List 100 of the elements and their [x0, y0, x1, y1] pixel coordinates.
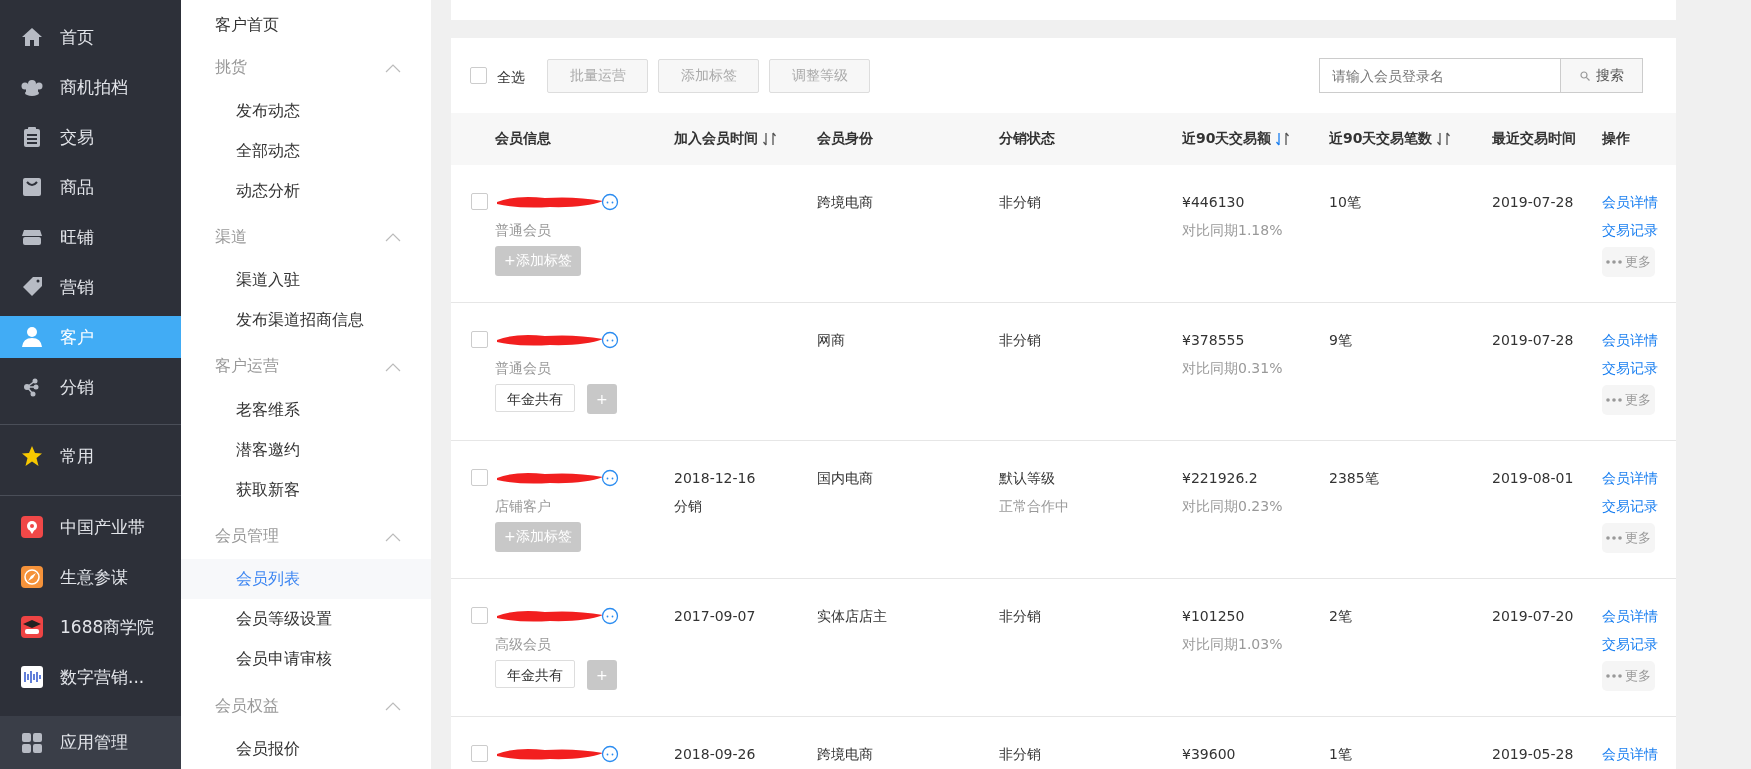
home-icon — [21, 26, 43, 48]
bag-icon — [21, 176, 43, 198]
distribution-status: 非分销 — [999, 745, 1041, 764]
last-trade-date: 2019-08-01 — [1492, 469, 1574, 488]
trade-amount: ¥378555 — [1182, 331, 1245, 350]
member-identity: 网商 — [817, 331, 845, 350]
column-header: 会员信息 — [495, 130, 551, 148]
distribution-status: 非分销 — [999, 331, 1041, 350]
menu-item[interactable]: 发布动态 — [181, 90, 431, 131]
trade-amount: ¥39600 — [1182, 745, 1236, 764]
menu-item[interactable]: 会员等级设置 — [181, 599, 431, 640]
search-button[interactable]: 搜索 — [1561, 58, 1643, 93]
select-all-label[interactable]: 全选 — [497, 64, 525, 87]
year-over-year-change: 对比同期0.23% — [1182, 497, 1283, 516]
action-link[interactable]: 会员详情 — [1602, 743, 1658, 765]
last-trade-date: 2019-07-28 — [1492, 193, 1574, 212]
nav-item[interactable]: 旺铺 — [0, 216, 181, 258]
trade-count: 1笔 — [1329, 745, 1352, 764]
star-icon — [21, 445, 43, 467]
member-identity: 国内电商 — [817, 469, 873, 488]
last-trade-date: 2019-07-28 — [1492, 331, 1574, 350]
year-over-year-change: 对比同期1.03% — [1182, 635, 1283, 654]
member-level: 高级会员 — [495, 635, 551, 654]
more-dots-icon — [1606, 536, 1622, 540]
nav-item[interactable]: 1688商学院 — [0, 606, 181, 648]
trade-amount: ¥221926.2 — [1182, 469, 1258, 488]
nav-item[interactable]: 营销 — [0, 266, 181, 308]
chevron-up-icon — [385, 232, 401, 243]
column-header: 最近交易时间 — [1492, 130, 1576, 148]
checkbox[interactable] — [471, 193, 488, 210]
member-level: 店铺客户 — [495, 497, 551, 516]
column-header: 操作 — [1602, 130, 1630, 148]
trade-amount: ¥101250 — [1182, 607, 1245, 626]
graduation-cap-icon — [21, 616, 43, 638]
nav-item[interactable]: 生意参谋 — [0, 556, 181, 598]
more-dots-icon — [1606, 398, 1622, 402]
checkbox[interactable] — [471, 331, 488, 348]
member-identity: 跨境电商 — [817, 193, 873, 212]
chat-face-icon — [601, 331, 619, 349]
checkbox[interactable] — [470, 67, 487, 84]
checkbox[interactable] — [471, 745, 488, 762]
action-link[interactable]: 会员详情 — [1602, 605, 1658, 627]
menu-item[interactable]: 客户首页 — [181, 9, 279, 41]
menu-item[interactable]: 动态分析 — [181, 170, 431, 211]
trade-count: 10笔 — [1329, 193, 1361, 212]
member-level: 普通会员 — [495, 359, 551, 378]
join-note: 分销 — [674, 497, 702, 516]
checkbox[interactable] — [471, 607, 488, 624]
search-icon — [1579, 70, 1590, 81]
action-link[interactable]: 会员详情 — [1602, 329, 1658, 351]
member-tag: 年金共有 — [495, 660, 575, 688]
action-link[interactable]: 交易记录 — [1602, 219, 1658, 241]
distribution-status: 非分销 — [999, 193, 1041, 212]
chevron-up-icon — [385, 62, 401, 73]
action-link[interactable]: 会员详情 — [1602, 467, 1658, 489]
nav-item[interactable]: 商品 — [0, 166, 181, 208]
menu-item[interactable]: 会员报价 — [181, 728, 431, 769]
trade-count: 2笔 — [1329, 607, 1352, 626]
more-dots-icon — [1606, 260, 1622, 264]
waveform-icon — [21, 666, 43, 688]
nav-item[interactable]: 首页 — [0, 16, 181, 58]
checkbox[interactable] — [471, 469, 488, 486]
chevron-up-icon — [385, 531, 401, 542]
nav-item[interactable]: 数字营销... — [0, 656, 181, 698]
year-over-year-change: 对比同期1.18% — [1182, 221, 1283, 240]
distribution-status: 非分销 — [999, 607, 1041, 626]
nav-item[interactable]: 商机拍档 — [0, 66, 181, 108]
column-header[interactable]: 加入会员时间 — [674, 130, 758, 148]
menu-item[interactable]: 发布渠道招商信息 — [181, 300, 431, 341]
compass-icon — [21, 566, 43, 588]
last-trade-date: 2019-05-28 — [1492, 745, 1574, 764]
menu-item[interactable]: 全部动态 — [181, 130, 431, 171]
menu-item[interactable]: 渠道入驻 — [181, 260, 431, 301]
trade-amount: ¥446130 — [1182, 193, 1245, 212]
nav-item[interactable]: 常用 — [0, 435, 181, 477]
nav-item[interactable]: 分销 — [0, 366, 181, 408]
action-link[interactable]: 会员详情 — [1602, 191, 1658, 213]
column-header[interactable]: 近90天交易额 — [1182, 130, 1272, 148]
member-identity: 跨境电商 — [817, 745, 873, 764]
chevron-up-icon — [385, 701, 401, 712]
app-management-item[interactable]: 应用管理 — [0, 716, 181, 769]
menu-item[interactable]: 老客维系 — [181, 389, 431, 430]
menu-item[interactable]: 获取新客 — [181, 469, 431, 510]
menu-item[interactable]: 潜客邀约 — [181, 429, 431, 470]
clipboard-icon — [21, 126, 43, 148]
nav-item[interactable]: 中国产业带 — [0, 506, 181, 548]
join-date: 2018-12-16 — [674, 469, 756, 488]
action-link[interactable]: 交易记录 — [1602, 495, 1658, 517]
cooperation-status: 正常合作中 — [999, 497, 1069, 516]
trade-count: 9笔 — [1329, 331, 1352, 350]
user-icon — [21, 326, 43, 348]
nav-item[interactable]: 交易 — [0, 116, 181, 158]
column-header[interactable]: 近90天交易笔数 — [1329, 130, 1433, 148]
chat-face-icon — [601, 469, 619, 487]
member-level: 普通会员 — [495, 221, 551, 240]
menu-item[interactable]: 会员申请审核 — [181, 639, 431, 680]
action-link[interactable]: 交易记录 — [1602, 357, 1658, 379]
tag-icon — [21, 276, 43, 298]
action-link[interactable]: 交易记录 — [1602, 633, 1658, 655]
search-field[interactable]: 请输入会员登录名 — [1319, 58, 1561, 93]
